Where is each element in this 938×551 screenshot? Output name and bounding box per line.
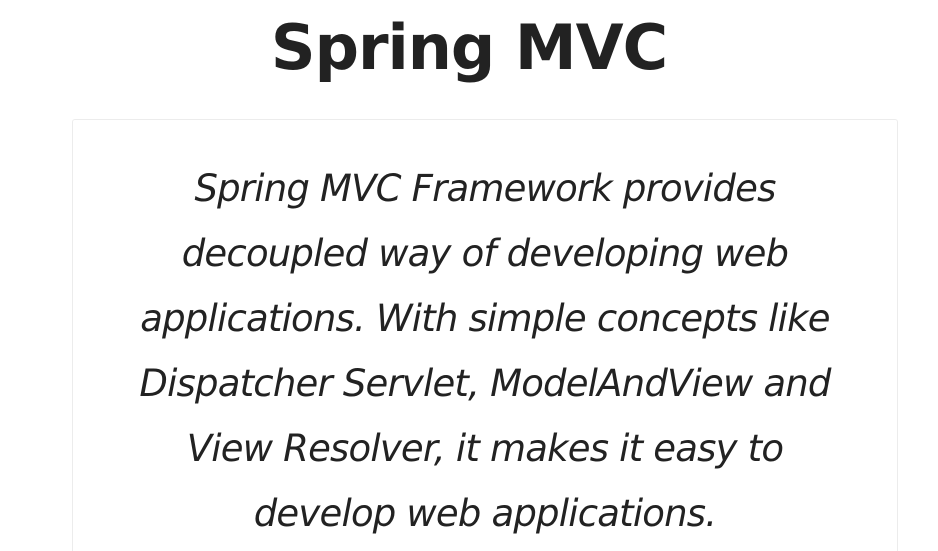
description-text: Spring MVC Framework provides decoupled … (73, 156, 897, 546)
description-line: Dispatcher Servlet, ModelAndView and (139, 362, 831, 405)
description-line: applications. With simple concepts like (140, 297, 830, 340)
page-title: Spring MVC (270, 11, 668, 84)
description-line: develop web applications. (253, 492, 717, 535)
description-line: decoupled way of developing web (181, 232, 789, 275)
description-line: Spring MVC Framework provides (194, 167, 776, 210)
description-card: Spring MVC Framework provides decoupled … (72, 119, 898, 551)
description-line: View Resolver, it makes it easy to (186, 427, 784, 470)
